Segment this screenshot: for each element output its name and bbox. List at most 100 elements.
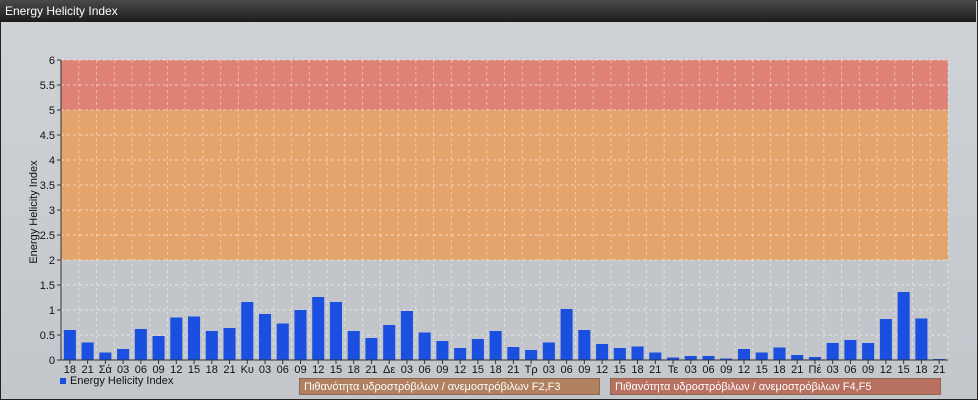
y-tick-label: 4.5 bbox=[40, 130, 55, 142]
bar bbox=[418, 332, 431, 360]
bar bbox=[755, 352, 768, 360]
x-tick-label: 18 bbox=[348, 364, 360, 376]
x-tick-label: 09 bbox=[436, 364, 448, 376]
bar bbox=[241, 302, 254, 360]
bar bbox=[862, 343, 875, 360]
bar bbox=[649, 352, 662, 360]
x-tick-label: 03 bbox=[259, 364, 271, 376]
x-tick-label: 21 bbox=[649, 364, 661, 376]
band-label-f2f3: Πιθανότητα υδροστρόβιλων / ανεμοστρόβιλω… bbox=[299, 378, 600, 395]
y-tick-label: 5.5 bbox=[40, 80, 55, 92]
bar bbox=[365, 338, 378, 360]
x-tick-label: 21 bbox=[365, 364, 377, 376]
bar bbox=[276, 323, 289, 360]
bar bbox=[560, 309, 573, 360]
bar bbox=[81, 342, 94, 360]
x-tick-label: Τε bbox=[668, 364, 679, 376]
bar bbox=[188, 316, 201, 360]
bar bbox=[170, 317, 183, 360]
y-tick-label: 3.5 bbox=[40, 180, 55, 192]
x-tick-label: 15 bbox=[614, 364, 626, 376]
bar bbox=[684, 356, 697, 360]
x-tick-label: 09 bbox=[862, 364, 874, 376]
x-tick-label: 09 bbox=[578, 364, 590, 376]
bar bbox=[152, 336, 165, 360]
x-tick-label: 12 bbox=[596, 364, 608, 376]
bar bbox=[294, 310, 307, 360]
bar bbox=[525, 350, 538, 360]
bar bbox=[826, 343, 839, 360]
x-tick-label: 06 bbox=[560, 364, 572, 376]
bar bbox=[134, 329, 147, 360]
bar bbox=[312, 297, 325, 360]
x-tick-label: 21 bbox=[933, 364, 945, 376]
bar bbox=[897, 292, 910, 360]
y-tick-label: 1.5 bbox=[40, 280, 55, 292]
bar bbox=[223, 328, 236, 360]
bar bbox=[737, 349, 751, 360]
bar bbox=[436, 341, 449, 360]
bar bbox=[117, 349, 130, 360]
x-tick-label: 21 bbox=[791, 364, 803, 376]
bar bbox=[329, 302, 343, 360]
x-tick-label: 03 bbox=[827, 364, 839, 376]
y-tick-label: 0 bbox=[49, 355, 55, 367]
x-tick-label: 12 bbox=[738, 364, 750, 376]
x-tick-label: 12 bbox=[312, 364, 324, 376]
bar bbox=[791, 355, 804, 360]
x-tick-label: 18 bbox=[490, 364, 502, 376]
y-tick-label: 5 bbox=[49, 105, 55, 117]
x-tick-label: 18 bbox=[631, 364, 643, 376]
bar bbox=[596, 344, 609, 360]
bar bbox=[613, 348, 626, 360]
y-tick-label: 4 bbox=[49, 155, 55, 167]
bar bbox=[205, 331, 218, 360]
x-tick-label: 06 bbox=[419, 364, 431, 376]
x-tick-label: Δε bbox=[383, 364, 395, 376]
x-tick-label: 03 bbox=[543, 364, 555, 376]
x-tick-label: 06 bbox=[844, 364, 856, 376]
bar bbox=[507, 347, 520, 360]
bar bbox=[578, 330, 591, 360]
bar bbox=[631, 346, 644, 360]
legend[interactable]: Energy Helicity Index bbox=[60, 375, 173, 387]
bar bbox=[383, 325, 396, 360]
y-tick-label: 3 bbox=[49, 205, 55, 217]
bar bbox=[489, 331, 502, 360]
bar bbox=[454, 348, 467, 360]
x-tick-label: 18 bbox=[915, 364, 927, 376]
bar bbox=[915, 318, 928, 360]
x-tick-label: Τρ bbox=[525, 364, 538, 376]
x-tick-label: 09 bbox=[294, 364, 306, 376]
x-tick-label: 15 bbox=[472, 364, 484, 376]
bar bbox=[773, 347, 786, 360]
legend-swatch bbox=[60, 378, 66, 384]
y-tick-label: 0.5 bbox=[40, 330, 55, 342]
x-tick-label: 12 bbox=[880, 364, 892, 376]
x-tick-label: 18 bbox=[773, 364, 785, 376]
bar bbox=[258, 314, 272, 360]
y-tick-label: 2 bbox=[49, 255, 55, 267]
x-tick-label: 06 bbox=[277, 364, 289, 376]
x-tick-label: 15 bbox=[756, 364, 768, 376]
bar bbox=[879, 319, 892, 360]
band-label-f4f5: Πιθανότητα υδροστρόβιλων / ανεμοστρόβιλω… bbox=[610, 378, 941, 395]
x-tick-label: 03 bbox=[401, 364, 413, 376]
chart-svg: 00.511.522.533.544.555.5618 21 Σά 03 06 09 12 1… bbox=[28, 55, 949, 376]
y-axis-label: Energy Helicity Index bbox=[28, 160, 40, 264]
bar bbox=[471, 339, 484, 360]
x-tick-label: 15 bbox=[330, 364, 342, 376]
bar bbox=[702, 356, 715, 360]
bar bbox=[542, 342, 555, 360]
bar bbox=[844, 340, 857, 360]
x-tick-label: Κυ bbox=[241, 364, 254, 376]
y-tick-label: 1 bbox=[49, 305, 55, 317]
x-tick-label: 12 bbox=[454, 364, 466, 376]
bar bbox=[63, 330, 76, 360]
bar bbox=[99, 352, 112, 360]
x-tick-label: 21 bbox=[507, 364, 519, 376]
x-tick-label: 06 bbox=[702, 364, 714, 376]
x-tick-label: 09 bbox=[720, 364, 732, 376]
bar bbox=[400, 311, 413, 360]
y-tick-label: 6 bbox=[49, 55, 55, 67]
